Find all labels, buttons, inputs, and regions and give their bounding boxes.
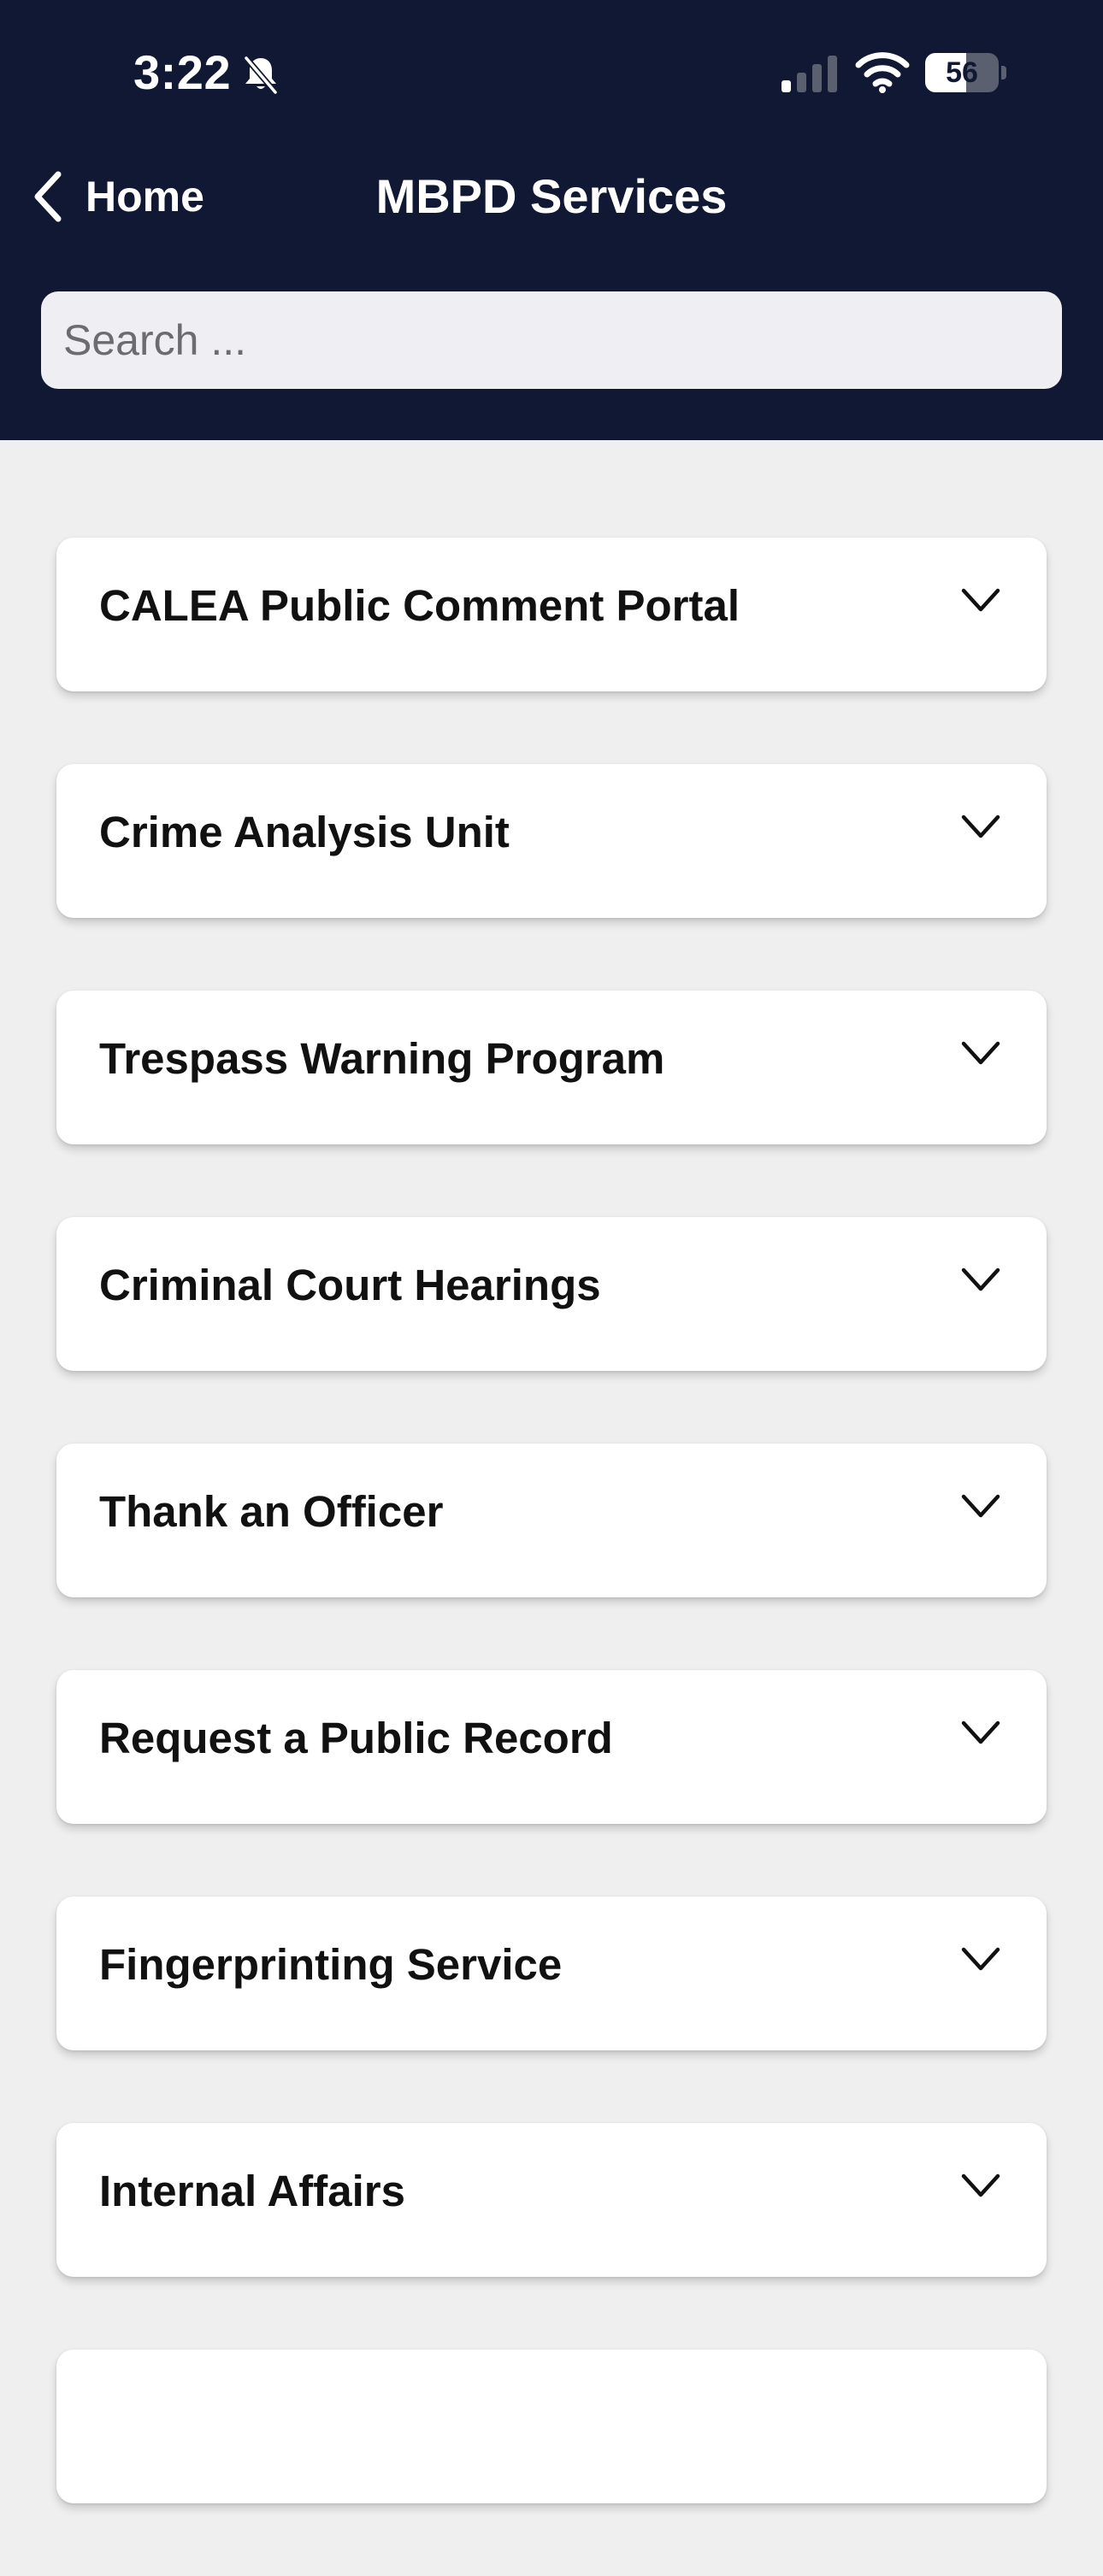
services-list: CALEA Public Comment Portal Crime Analysi… xyxy=(56,538,1047,2576)
back-button-label: Home xyxy=(86,173,204,221)
service-item[interactable]: CALEA Public Comment Portal xyxy=(56,538,1047,691)
wifi-icon xyxy=(855,52,910,93)
chevron-down-icon xyxy=(961,1041,1000,1065)
service-item[interactable]: Criminal Court Hearings xyxy=(56,1217,1047,1371)
service-item-label: Criminal Court Hearings xyxy=(99,1261,601,1309)
service-item-label: Internal Affairs xyxy=(99,2167,406,2215)
chevron-down-icon xyxy=(961,1720,1000,1744)
status-time: 3:22 xyxy=(133,45,232,99)
chevron-left-icon xyxy=(34,171,62,222)
search-input[interactable] xyxy=(41,291,1062,389)
service-item[interactable]: Internal Affairs xyxy=(56,2123,1047,2277)
service-item[interactable]: Fingerprinting Service xyxy=(56,1897,1047,2050)
cellular-signal-icon xyxy=(782,56,837,92)
bell-slash-icon xyxy=(244,56,278,95)
service-item-label: Request a Public Record xyxy=(99,1714,613,1762)
service-item[interactable]: Trespass Warning Program xyxy=(56,991,1047,1144)
battery-icon: 56 xyxy=(925,53,1007,92)
service-item-label: Thank an Officer xyxy=(99,1487,444,1536)
chevron-down-icon xyxy=(961,815,1000,838)
chevron-down-icon xyxy=(961,1947,1000,1971)
service-item-label: Crime Analysis Unit xyxy=(99,808,510,856)
back-button[interactable]: Home xyxy=(29,162,204,231)
service-item[interactable] xyxy=(56,2350,1047,2503)
service-item[interactable]: Request a Public Record xyxy=(56,1670,1047,1824)
app-header: 3:22 56 MBPD Services Home xyxy=(0,0,1103,440)
service-item-label: Trespass Warning Program xyxy=(99,1034,665,1083)
chevron-down-icon xyxy=(961,588,1000,612)
chevron-down-icon xyxy=(961,2173,1000,2197)
chevron-down-icon xyxy=(961,1494,1000,1518)
service-item-label: CALEA Public Comment Portal xyxy=(99,581,740,630)
service-item[interactable]: Thank an Officer xyxy=(56,1444,1047,1597)
service-item-label: Fingerprinting Service xyxy=(99,1940,563,1989)
chevron-down-icon xyxy=(961,1267,1000,1291)
service-item[interactable]: Crime Analysis Unit xyxy=(56,764,1047,918)
battery-level: 56 xyxy=(946,56,978,89)
